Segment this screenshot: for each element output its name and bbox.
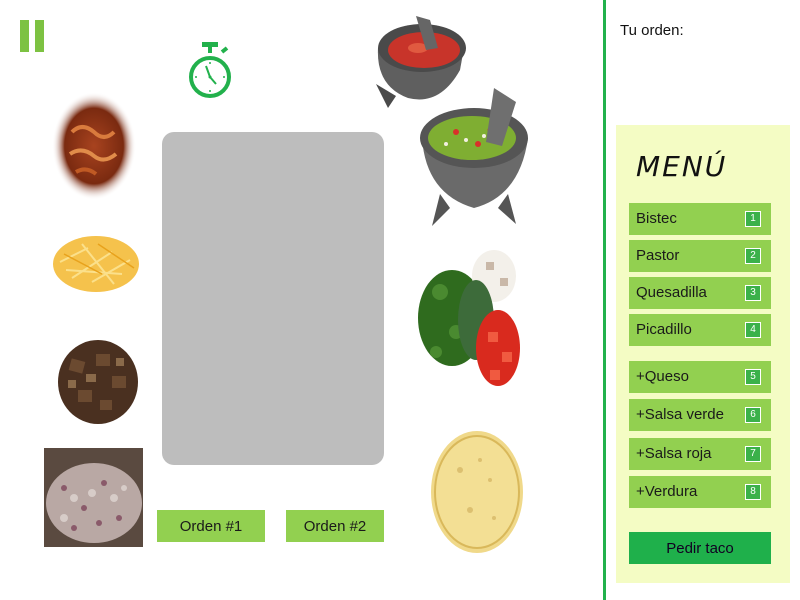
menu-key-badge: 3 bbox=[745, 285, 761, 301]
menu-item-salsa-verde[interactable]: +Salsa verde 6 bbox=[629, 399, 771, 431]
menu-item-label: Picadillo bbox=[636, 321, 692, 338]
menu-key-badge: 1 bbox=[745, 211, 761, 227]
menu-item-quesadilla[interactable]: Quesadilla 3 bbox=[629, 277, 771, 309]
order-2-button[interactable]: Orden #2 bbox=[286, 510, 384, 542]
menu-item-bistec[interactable]: Bistec 1 bbox=[629, 203, 771, 235]
order-taco-button[interactable]: Pedir taco bbox=[629, 532, 771, 564]
menu-key-badge: 2 bbox=[745, 248, 761, 264]
menu-item-pastor[interactable]: Pastor 2 bbox=[629, 240, 771, 272]
menu-key-badge: 7 bbox=[745, 446, 761, 462]
menu-item-label: +Salsa roja bbox=[636, 445, 712, 462]
pause-bar-icon bbox=[35, 20, 44, 52]
tortilla-ingredient[interactable] bbox=[430, 430, 524, 554]
menu-item-label: +Verdura bbox=[636, 483, 698, 500]
pause-bar-icon bbox=[20, 20, 29, 52]
shredded-cheese-ingredient[interactable] bbox=[52, 234, 140, 294]
menu-item-salsa-roja[interactable]: +Salsa roja 7 bbox=[629, 438, 771, 470]
chopped-vegetables-ingredient[interactable] bbox=[416, 242, 522, 390]
stopwatch-icon bbox=[186, 40, 234, 106]
menu-item-verdura[interactable]: +Verdura 8 bbox=[629, 476, 771, 508]
guacamole-molcajete[interactable] bbox=[416, 84, 534, 232]
menu-item-label: +Salsa verde bbox=[636, 406, 724, 423]
taco-board bbox=[162, 132, 384, 465]
menu-item-label: Quesadilla bbox=[636, 284, 707, 301]
menu-panel bbox=[616, 125, 790, 583]
menu-key-badge: 8 bbox=[745, 484, 761, 500]
pastor-meat-ingredient[interactable] bbox=[52, 92, 136, 200]
menu-key-badge: 4 bbox=[745, 322, 761, 338]
menu-item-label: Pastor bbox=[636, 247, 680, 264]
pause-button[interactable] bbox=[20, 20, 44, 52]
menu-key-badge: 6 bbox=[745, 407, 761, 423]
menu-item-label: Bistec bbox=[636, 210, 677, 227]
menu-title: MENÚ bbox=[636, 150, 728, 183]
menu-key-badge: 5 bbox=[745, 369, 761, 385]
menu-item-picadillo[interactable]: Picadillo 4 bbox=[629, 314, 771, 346]
menu-item-queso[interactable]: +Queso 5 bbox=[629, 361, 771, 393]
bistec-meat-ingredient[interactable] bbox=[56, 336, 140, 426]
your-order-label: Tu orden: bbox=[620, 22, 684, 39]
menu-item-label: +Queso bbox=[636, 368, 689, 385]
order-1-button[interactable]: Orden #1 bbox=[157, 510, 265, 542]
picadillo-ingredient[interactable] bbox=[44, 448, 143, 547]
panel-divider bbox=[603, 0, 606, 600]
